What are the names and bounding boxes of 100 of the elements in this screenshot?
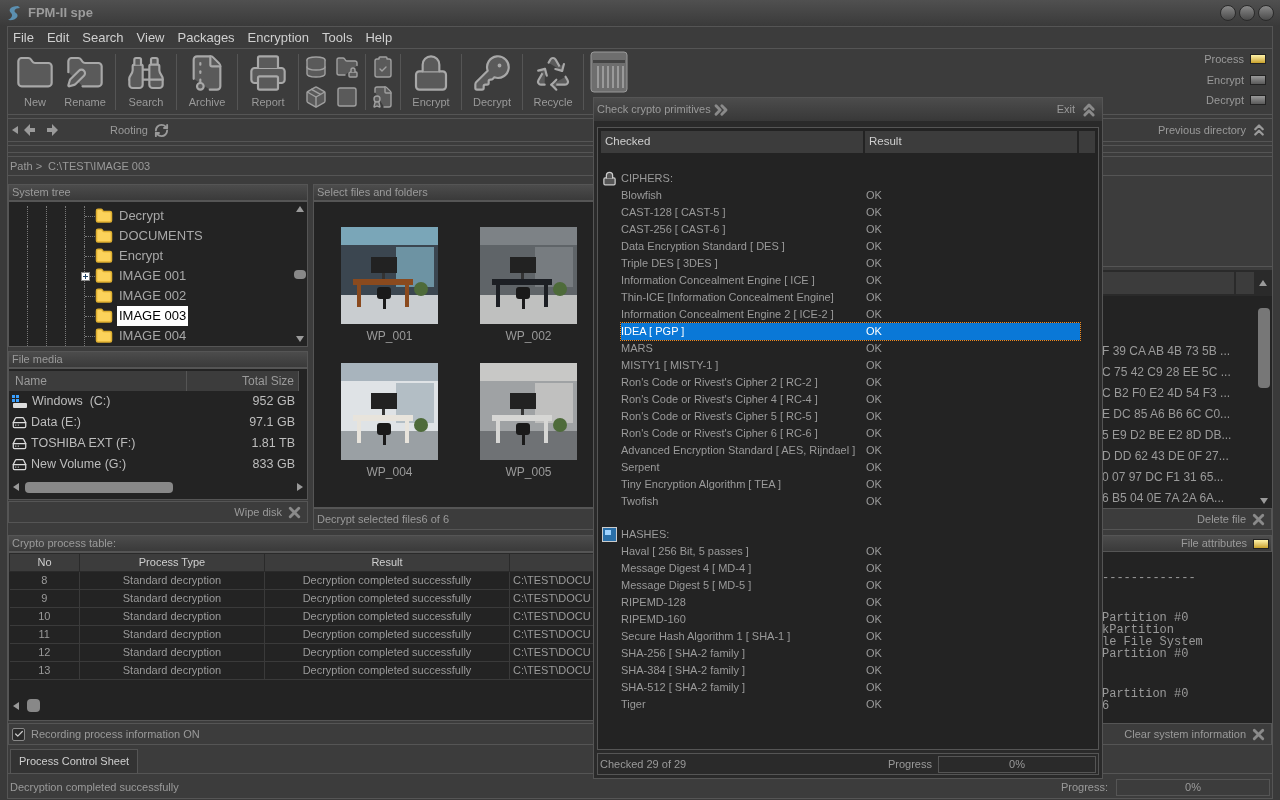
drive-name[interactable]: Data (E:) — [31, 413, 81, 432]
drive-name[interactable]: Windows (C:) — [32, 392, 111, 411]
primitive-row[interactable]: Ron's Code or Rivest's Cipher 5 [ RC-5 ] OK — [621, 408, 1080, 425]
scroll-left-icon[interactable] — [13, 701, 19, 710]
scroll-up-icon[interactable] — [1259, 280, 1267, 286]
forward-button[interactable] — [46, 123, 60, 137]
minimize-button[interactable] — [1220, 5, 1236, 21]
back-button[interactable] — [22, 123, 36, 137]
primitive-row[interactable]: Message Digest 5 [ MD-5 ] OK — [621, 577, 1080, 594]
primitive-row[interactable]: RIPEMD-160 OK — [621, 611, 1080, 628]
tree-item[interactable]: IMAGE 004 — [117, 326, 189, 346]
scroll-right-icon[interactable] — [297, 483, 303, 491]
primitive-row[interactable]: Twofish OK — [621, 493, 1080, 510]
menu-item[interactable]: Tools — [322, 27, 353, 48]
tree-item[interactable]: IMAGE 003 — [117, 306, 189, 326]
primitive-row[interactable]: IDEA [ PGP ] OK — [621, 323, 1080, 340]
back-arrow-icon[interactable] — [12, 126, 18, 134]
primitive-row[interactable]: Thin-ICE [Information Concealment Engine] OK — [621, 289, 1080, 306]
previous-directory-button[interactable]: Previous directory — [1157, 121, 1246, 139]
primitive-row[interactable]: MISTY1 [ MISTY-1 ] OK — [621, 357, 1080, 374]
tab[interactable]: Process Control Sheet — [10, 749, 139, 773]
toolbar-button[interactable]: Decrypt — [467, 50, 517, 113]
close-button[interactable] — [1258, 5, 1274, 21]
primitive-row[interactable]: Blowfish OK — [621, 187, 1080, 204]
toolbar-button[interactable]: Search — [121, 50, 171, 113]
toolbar-button[interactable]: New — [10, 50, 60, 113]
file-name[interactable]: WP_005 — [505, 463, 552, 481]
wipe-disk-button[interactable]: Wipe disk — [234, 503, 282, 521]
primitive-row[interactable]: SHA-256 [ SHA-2 family ] OK — [621, 645, 1080, 662]
database-icon[interactable] — [304, 54, 328, 79]
primitive-row[interactable]: CAST-128 [ CAST-5 ] OK — [621, 204, 1080, 221]
toolbar-button[interactable]: Encrypt — [406, 50, 456, 113]
scrollbar-thumb[interactable] — [25, 481, 173, 493]
menu-item[interactable]: Search — [82, 27, 124, 48]
menu-item[interactable]: Encryption — [247, 27, 310, 48]
column-header[interactable]: Result — [865, 131, 1077, 153]
file-name[interactable]: WP_001 — [366, 327, 413, 345]
scrollbar-thumb[interactable] — [294, 269, 306, 279]
column-header[interactable]: Name — [9, 371, 187, 391]
scroll-down-icon[interactable] — [1260, 498, 1268, 504]
primitive-row[interactable]: Ron's Code or Rivest's Cipher 2 [ RC-2 ] OK — [621, 374, 1080, 391]
primitive-row[interactable]: Information Concealment Engine [ ICE ] OK — [621, 272, 1080, 289]
primitive-row[interactable]: SHA-384 [ SHA-2 family ] OK — [621, 662, 1080, 679]
dialog-title: Check crypto primitives — [597, 102, 711, 118]
column-header[interactable]: Checked — [601, 131, 863, 153]
folder-lock-icon[interactable] — [335, 54, 359, 79]
rooting-label[interactable]: Rooting — [110, 121, 148, 139]
maximize-button[interactable] — [1239, 5, 1255, 21]
primitive-row[interactable]: Data Encryption Standard [ DES ] OK — [621, 238, 1080, 255]
column-header[interactable]: Result — [264, 553, 510, 572]
menu-item[interactable]: Help — [365, 27, 393, 48]
toolbar-button[interactable]: Rename — [60, 50, 110, 113]
file-name[interactable]: WP_004 — [366, 463, 413, 481]
menu-item[interactable]: File — [13, 27, 34, 48]
menu-item[interactable]: Edit — [46, 27, 70, 48]
primitive-row[interactable]: Triple DES [ 3DES ] OK — [621, 255, 1080, 272]
tree-item[interactable]: DOCUMENTS — [117, 226, 205, 246]
column-header[interactable]: Process Type — [79, 553, 265, 572]
certificate-icon[interactable] — [371, 84, 395, 109]
primitive-row[interactable]: Haval [ 256 Bit, 5 passes ] OK — [621, 543, 1080, 560]
shredder-icon[interactable] — [589, 50, 629, 94]
primitive-row[interactable]: Message Digest 4 [ MD-4 ] OK — [621, 560, 1080, 577]
column-header[interactable]: No — [9, 553, 80, 572]
primitive-row[interactable]: RIPEMD-128 OK — [621, 594, 1080, 611]
primitive-row[interactable]: Tiger OK — [621, 696, 1080, 713]
toolbar-button[interactable]: Report — [243, 50, 293, 113]
toolbar-button[interactable]: Archive — [182, 50, 232, 113]
checklist-icon[interactable] — [371, 54, 395, 79]
expand-toggle[interactable] — [81, 272, 90, 281]
toolbar-button[interactable]: Recycle — [528, 50, 578, 113]
drive-name[interactable]: New Volume (G:) — [31, 455, 127, 474]
primitive-row[interactable]: Ron's Code or Rivest's Cipher 4 [ RC-4 ] OK — [621, 391, 1080, 408]
package-icon[interactable] — [304, 84, 328, 109]
column-header[interactable]: Total Size — [187, 371, 299, 391]
file-name[interactable]: WP_002 — [505, 327, 552, 345]
primitive-row[interactable]: Advanced Encryption Standard [ AES, Rijndael ] OK — [621, 442, 1080, 459]
tree-item[interactable]: IMAGE 001 — [117, 266, 189, 286]
recording-checkbox[interactable] — [12, 727, 25, 741]
drive-name[interactable]: TOSHIBA EXT (F:) — [31, 434, 136, 453]
menu-item[interactable]: View — [136, 27, 165, 48]
checkbox-label: Recording process information ON — [31, 726, 200, 742]
primitive-row[interactable]: Secure Hash Algorithm 1 [ SHA-1 ] OK — [621, 628, 1080, 645]
primitive-row[interactable]: MARS OK — [621, 340, 1080, 357]
primitive-row[interactable]: Information Concealment Engine 2 [ ICE-2 ] OK — [621, 306, 1080, 323]
primitive-row[interactable]: Serpent OK — [621, 459, 1080, 476]
tree-item[interactable]: IMAGE 002 — [117, 286, 189, 306]
scrollbar-thumb[interactable] — [27, 699, 40, 712]
primitive-row[interactable]: SHA-512 [ SHA-2 family ] OK — [621, 679, 1080, 696]
refresh-icon[interactable] — [153, 122, 169, 138]
primitive-row[interactable]: Tiny Encryption Algorithm [ TEA ] OK — [621, 476, 1080, 493]
primitive-row[interactable]: CAST-256 [ CAST-6 ] OK — [621, 221, 1080, 238]
scrollbar-thumb[interactable] — [1258, 308, 1270, 388]
primitive-row[interactable]: Ron's Code or Rivest's Cipher 6 [ RC-6 ] OK — [621, 425, 1080, 442]
menu-item[interactable]: Packages — [177, 27, 235, 48]
scroll-left-icon[interactable] — [13, 483, 19, 491]
tree-item[interactable]: Encrypt — [117, 246, 166, 266]
scroll-up-icon[interactable] — [296, 206, 304, 212]
scroll-down-icon[interactable] — [296, 336, 304, 342]
tree-item[interactable]: Decrypt — [117, 206, 166, 226]
exit-button[interactable]: Exit — [1056, 101, 1075, 118]
